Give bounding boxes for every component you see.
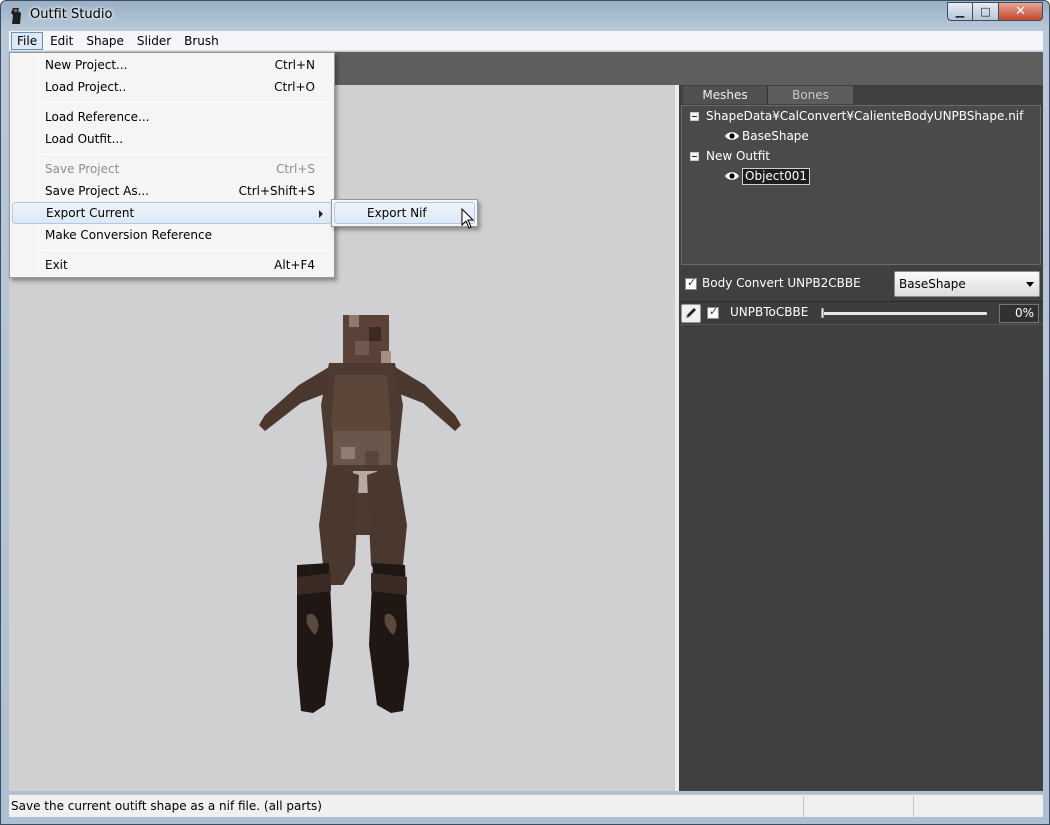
menu-item-label: Load Project.. [45,80,127,94]
menu-item-load-project[interactable]: Load Project.. Ctrl+O [12,76,332,98]
mesh-tree: ShapeData¥CalConvert¥CalienteBodyUNPBSha… [681,105,1041,265]
chevron-right-icon [319,210,323,218]
tab-bones[interactable]: Bones [767,86,853,104]
tree-node-label-selected: Object001 [742,167,810,185]
menu-item-label: Save Project As... [45,184,150,198]
close-button[interactable]: ✕ [999,2,1043,21]
menu-separator [41,154,329,155]
status-bar: Save the current outift shape as a nif f… [9,794,1043,817]
mouse-cursor-icon [461,208,475,229]
menu-item-shortcut: Ctrl+S [275,162,315,176]
eye-icon[interactable] [724,131,740,141]
pencil-icon [686,308,696,318]
maximize-button[interactable]: □ [973,2,999,21]
menu-item-export-nif[interactable]: Export Nif [334,202,475,224]
menu-file[interactable]: File [11,31,44,50]
menu-edit[interactable]: Edit [44,32,79,50]
outfit-studio-app-icon [11,8,21,24]
menu-item-label: Load Reference... [45,110,150,124]
collapse-icon[interactable] [690,151,699,161]
menu-item-label: Export Current [46,206,135,220]
window-title: Outfit Studio [30,7,113,22]
menu-item-label: Save Project [45,162,120,176]
conversion-row: Body Convert UNPB2CBBE BaseShape [679,269,1043,299]
slider-thumb[interactable] [821,308,824,318]
caption-buttons: ▁ □ ✕ [947,2,1043,21]
menu-separator [41,250,329,251]
conversion-checkbox[interactable] [685,276,697,290]
status-text: Save the current outift shape as a nif f… [11,799,322,813]
tree-node-object001[interactable]: Object001 [724,167,810,185]
menu-item-save-project[interactable]: Save Project Ctrl+S [12,158,332,180]
right-panel: Meshes Bones ShapeData¥CalConvert¥Calien… [679,85,1043,791]
menu-item-shortcut: Ctrl+O [274,80,315,94]
tree-node-baseshape[interactable]: BaseShape [724,127,809,145]
menu-item-shortcut: Ctrl+N [274,58,315,72]
menu-item-exit[interactable]: Exit Alt+F4 [12,254,332,276]
tree-node-reference[interactable]: ShapeData¥CalConvert¥CalienteBodyUNPBSha… [690,107,1023,125]
status-pane [803,796,913,817]
tree-node-label: New Outfit [706,149,771,163]
chevron-down-icon [1026,282,1034,287]
conversion-label: Body Convert UNPB2CBBE [702,276,861,290]
tab-meshes[interactable]: Meshes [683,86,767,104]
menu-item-make-conversion-reference[interactable]: Make Conversion Reference [12,224,332,246]
tree-node-outfit[interactable]: New Outfit [690,147,770,165]
slider-edit-button[interactable] [681,304,701,323]
menu-slider[interactable]: Slider [131,32,177,50]
close-icon: ✕ [1015,4,1026,19]
menu-item-label: Make Conversion Reference [45,228,212,242]
menu-item-load-outfit[interactable]: Load Outfit... [12,128,332,150]
slider-track[interactable] [821,312,987,315]
export-submenu-popup: Export Nif [331,199,478,227]
menu-item-shortcut: Ctrl+Shift+S [238,184,315,198]
minimize-button[interactable]: ▁ [947,2,973,21]
reference-shape-dropdown[interactable]: BaseShape [894,271,1040,297]
menu-item-label: Load Outfit... [45,132,124,146]
slider-name: UNPBToCBBE [730,305,809,319]
menu-item-label: Exit [45,258,68,272]
title-bar[interactable]: Outfit Studio ▁ □ ✕ [1,1,1049,31]
character-mesh-preview [259,315,461,713]
tree-node-label: ShapeData¥CalConvert¥CalienteBodyUNPBSha… [706,109,1024,123]
status-pane [913,796,1043,817]
menu-item-label: New Project... [45,58,128,72]
minimize-icon: ▁ [955,5,965,18]
tree-node-label: BaseShape [742,129,809,143]
menu-shape[interactable]: Shape [80,32,130,50]
menu-bar: File Edit Shape Slider Brush [9,31,1043,51]
eye-icon[interactable] [724,171,740,181]
slider-checkbox[interactable] [707,305,719,319]
menu-item-label: Export Nif [367,206,427,220]
file-menu-popup: New Project... Ctrl+N Load Project.. Ctr… [9,52,335,278]
menu-item-export-current[interactable]: Export Current [12,202,332,224]
slider-value-field[interactable]: 0% [999,304,1039,323]
dropdown-value: BaseShape [899,277,966,291]
app-window: Outfit Studio ▁ □ ✕ File Edit Shape Slid… [0,0,1050,825]
maximize-icon: □ [980,5,991,18]
collapse-icon[interactable] [690,111,699,121]
menu-item-load-reference[interactable]: Load Reference... [12,106,332,128]
menu-item-save-project-as[interactable]: Save Project As... Ctrl+Shift+S [12,180,332,202]
menu-brush[interactable]: Brush [178,32,225,50]
menu-item-shortcut: Alt+F4 [274,258,315,272]
slider-row: UNPBToCBBE 0% [679,301,1043,325]
menu-separator [41,102,329,103]
menu-item-new-project[interactable]: New Project... Ctrl+N [12,54,332,76]
